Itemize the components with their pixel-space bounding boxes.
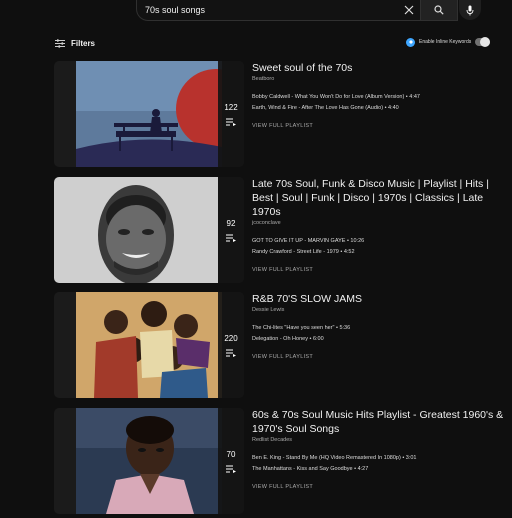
video-list: Ben E. King - Stand By Me (HQ Video Rema… — [252, 453, 506, 475]
video-count-overlay: 70 — [218, 408, 244, 514]
thumbnail-image — [76, 408, 222, 514]
playlist-title[interactable]: R&B 70'S SLOW JAMS — [252, 292, 506, 306]
channel-name[interactable]: jcoconclave — [252, 220, 506, 226]
channel-name[interactable]: Dessie Lewis — [252, 307, 506, 313]
inline-keywords-toggle[interactable] — [475, 37, 491, 47]
list-item[interactable]: The Chi-lites "Have you seen her" • 5:36 — [252, 323, 506, 334]
video-count: 70 — [226, 449, 236, 459]
video-list: The Chi-lites "Have you seen her" • 5:36… — [252, 323, 506, 345]
inline-keywords-label: Enable Inline Keywords — [419, 39, 472, 45]
channel-name[interactable]: Redlist Decades — [252, 437, 506, 443]
video-count: 220 — [224, 333, 238, 343]
clear-search-button[interactable] — [398, 0, 420, 20]
video-count-overlay: 220 — [218, 292, 244, 398]
filters-label: Filters — [71, 38, 96, 48]
thumbnail-image — [54, 177, 218, 283]
result-details: Late 70s Soul, Funk & Disco Music | Play… — [252, 177, 506, 273]
list-item[interactable]: Ben E. King - Stand By Me (HQ Video Rema… — [252, 453, 506, 464]
list-item[interactable]: Randy Crawford - Street Life - 1979 • 4:… — [252, 247, 506, 258]
playlist-thumbnail[interactable]: 92 — [54, 177, 244, 283]
view-full-playlist-link[interactable]: VIEW FULL PLAYLIST — [252, 484, 506, 490]
playlist-thumbnail[interactable]: 70 — [54, 408, 244, 514]
search-input[interactable] — [137, 0, 398, 20]
playlist-result[interactable]: 220 R&B 70'S SLOW JAMS Dessie Lewis The … — [54, 292, 504, 402]
playlist-thumbnail[interactable]: 122 — [54, 61, 244, 167]
playlist-icon — [225, 465, 236, 473]
search-bar — [136, 0, 458, 21]
thumbnail-image — [76, 292, 222, 398]
result-details: 60s & 70s Soul Music Hits Playlist - Gre… — [252, 408, 506, 490]
thumbnail-image — [76, 61, 222, 167]
view-full-playlist-link[interactable]: VIEW FULL PLAYLIST — [252, 123, 506, 129]
filter-sliders-icon — [55, 38, 65, 48]
view-full-playlist-link[interactable]: VIEW FULL PLAYLIST — [252, 267, 506, 273]
video-count-overlay: 92 — [218, 177, 244, 283]
view-full-playlist-link[interactable]: VIEW FULL PLAYLIST — [252, 354, 506, 360]
list-item[interactable]: Bobby Caldwell - What You Won't Do for L… — [252, 92, 506, 103]
channel-name[interactable]: Beatboro — [252, 76, 506, 82]
voice-search-button[interactable] — [459, 0, 481, 20]
extension-icon — [406, 37, 415, 47]
search-button[interactable] — [420, 0, 457, 20]
microphone-icon — [466, 5, 474, 15]
playlist-title[interactable]: Sweet soul of the 70s — [252, 61, 506, 75]
result-details: R&B 70'S SLOW JAMS Dessie Lewis The Chi-… — [252, 292, 506, 360]
playlist-title[interactable]: Late 70s Soul, Funk & Disco Music | Play… — [252, 177, 506, 219]
playlist-icon — [225, 118, 236, 126]
list-item[interactable]: Delegation - Oh Honey • 6:00 — [252, 334, 506, 345]
playlist-result[interactable]: 70 60s & 70s Soul Music Hits Playlist - … — [54, 408, 504, 518]
result-details: Sweet soul of the 70s Beatboro Bobby Cal… — [252, 61, 506, 129]
playlist-title[interactable]: 60s & 70s Soul Music Hits Playlist - Gre… — [252, 408, 506, 436]
filters-button[interactable]: Filters — [55, 36, 95, 50]
list-item[interactable]: GOT TO GIVE IT UP - MARVIN GAYE • 10:26 — [252, 236, 506, 247]
playlist-icon — [225, 349, 236, 357]
close-icon — [404, 5, 414, 15]
video-count: 122 — [224, 102, 238, 112]
video-list: Bobby Caldwell - What You Won't Do for L… — [252, 92, 506, 114]
inline-keywords-control: Enable Inline Keywords — [406, 36, 491, 48]
list-item[interactable]: The Manhattans - Kiss and Say Goodbye • … — [252, 464, 506, 475]
video-list: GOT TO GIVE IT UP - MARVIN GAYE • 10:26 … — [252, 236, 506, 258]
playlist-thumbnail[interactable]: 220 — [54, 292, 244, 398]
list-item[interactable]: Earth, Wind & Fire - After The Love Has … — [252, 103, 506, 114]
playlist-icon — [225, 234, 236, 242]
video-count: 92 — [226, 218, 236, 228]
search-icon — [434, 5, 444, 15]
playlist-result[interactable]: 122 Sweet soul of the 70s Beatboro Bobby… — [54, 61, 504, 171]
playlist-result[interactable]: 92 Late 70s Soul, Funk & Disco Music | P… — [54, 177, 504, 287]
video-count-overlay: 122 — [218, 61, 244, 167]
